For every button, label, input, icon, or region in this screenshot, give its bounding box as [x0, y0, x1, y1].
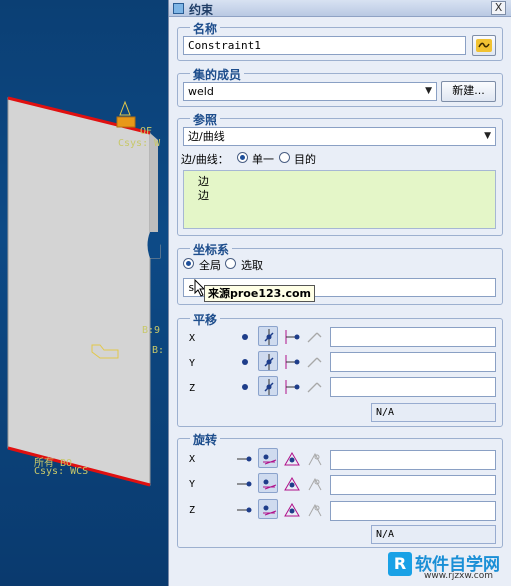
translation-z-input[interactable]: [330, 377, 496, 397]
translation-z-disabled-icon[interactable]: [305, 377, 325, 397]
sheet-part-graphic: [7, 96, 161, 487]
translation-y-label: Y: [189, 358, 196, 369]
marker-label: OF: [140, 126, 153, 137]
dialog-title: 约束: [189, 3, 214, 17]
site-watermark: R 软件自学网 www.rjzxw.com: [388, 550, 511, 586]
watermark-logo: R: [388, 552, 412, 576]
dropdown-arrow-icon: ▼: [425, 86, 432, 96]
model-viewport[interactable]: OF Csys: W B:9 B: 所有 BO Csys: WCS: [0, 0, 168, 586]
rotation-x-locked-icon[interactable]: [258, 448, 278, 468]
translation-legend: 平移: [190, 311, 221, 328]
global-label: 全局: [199, 259, 221, 272]
component-label-2: B:: [152, 345, 165, 356]
name-input[interactable]: Constraint1: [183, 36, 466, 55]
translation-y-disabled-icon[interactable]: [305, 352, 325, 372]
translation-y-limit-icon[interactable]: [282, 352, 302, 372]
member-set-legend: 集的成员: [190, 66, 245, 83]
translation-x-free-icon[interactable]: [237, 327, 257, 347]
component-label: B:9: [142, 325, 161, 336]
name-legend: 名称: [190, 20, 221, 37]
select-label: 选取: [241, 259, 263, 272]
rotation-x-free-icon[interactable]: [235, 449, 255, 469]
title-bar[interactable]: 约束 X: [169, 0, 511, 17]
rotation-y-locked-icon[interactable]: [258, 473, 278, 493]
translation-y-input[interactable]: [330, 352, 496, 372]
csys-label-top: Csys: W: [118, 138, 161, 149]
new-member-button[interactable]: 新建...: [441, 81, 496, 102]
close-button[interactable]: X: [491, 1, 506, 15]
reference-mode-label: 边/曲线：: [181, 153, 229, 166]
list-item[interactable]: 边: [198, 175, 481, 189]
list-item[interactable]: 边: [198, 189, 481, 203]
translation-status: N/A: [371, 403, 496, 422]
translation-z-locked-icon[interactable]: [258, 376, 278, 396]
source-tooltip: 来源proe123.com: [204, 285, 315, 302]
csys-label-bottom: Csys: WCS: [34, 466, 89, 477]
translation-y-free-icon[interactable]: [237, 352, 257, 372]
rotation-x-input[interactable]: [330, 450, 496, 470]
watermark-url: www.rjzxw.com: [424, 571, 493, 581]
member-set-dropdown[interactable]: weld ▼: [183, 82, 437, 101]
rotation-y-free-icon[interactable]: [235, 474, 255, 494]
rotation-y-limit-icon[interactable]: [282, 474, 302, 494]
single-label: 单一: [252, 153, 274, 166]
single-radio[interactable]: [237, 152, 248, 163]
references-legend: 参照: [190, 111, 221, 128]
rotation-z-free-icon[interactable]: [235, 500, 255, 520]
csys-legend: 坐标系: [190, 241, 233, 258]
select-radio[interactable]: [225, 258, 236, 269]
rotation-x-label: X: [189, 454, 196, 465]
rotation-z-disabled-icon[interactable]: [305, 500, 325, 520]
translation-x-locked-icon[interactable]: [258, 326, 278, 346]
target-label: 目的: [294, 153, 316, 166]
rotation-x-disabled-icon[interactable]: [305, 449, 325, 469]
rotation-legend: 旋转: [190, 431, 221, 448]
reference-type-value: 边/曲线: [188, 130, 225, 143]
translation-z-limit-icon[interactable]: [282, 377, 302, 397]
rotation-z-limit-icon[interactable]: [282, 500, 302, 520]
translation-x-disabled-icon[interactable]: [305, 327, 325, 347]
translation-y-locked-icon[interactable]: [258, 351, 278, 371]
rotation-status: N/A: [371, 525, 496, 544]
window-icon: [173, 3, 184, 14]
translation-x-limit-icon[interactable]: [282, 327, 302, 347]
rotation-z-locked-icon[interactable]: [258, 499, 278, 519]
rotation-z-label: Z: [189, 505, 196, 516]
translation-z-free-icon[interactable]: [237, 377, 257, 397]
rotation-y-label: Y: [189, 479, 196, 490]
wave-icon: [476, 39, 492, 52]
reference-list[interactable]: 边 边: [183, 170, 496, 229]
translation-x-input[interactable]: [330, 327, 496, 347]
rotation-z-input[interactable]: [330, 501, 496, 521]
reference-type-dropdown[interactable]: 边/曲线 ▼: [183, 127, 496, 146]
target-radio[interactable]: [279, 152, 290, 163]
rotation-y-input[interactable]: [330, 475, 496, 495]
member-set-value: weld: [188, 85, 214, 98]
name-edit-button[interactable]: [472, 35, 496, 56]
dropdown-arrow-icon: ▼: [484, 131, 491, 141]
rotation-y-disabled-icon[interactable]: [305, 474, 325, 494]
rotation-x-limit-icon[interactable]: [282, 449, 302, 469]
translation-z-label: Z: [189, 383, 196, 394]
translation-x-label: X: [189, 333, 196, 344]
global-radio[interactable]: [183, 258, 194, 269]
